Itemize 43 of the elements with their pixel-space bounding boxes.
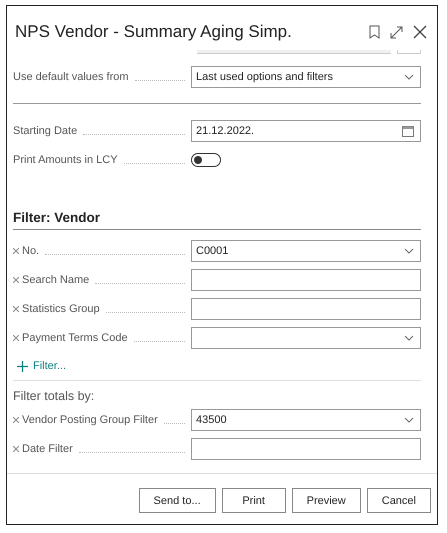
input-field[interactable] bbox=[191, 438, 421, 460]
expand-icon[interactable] bbox=[390, 26, 403, 38]
field-button[interactable] bbox=[397, 50, 421, 54]
field-label: Search Name bbox=[22, 274, 90, 286]
remove-filter-icon[interactable] bbox=[13, 446, 19, 452]
dialog-button[interactable]: Cancel bbox=[366, 488, 431, 513]
toggle-switch[interactable] bbox=[191, 152, 221, 166]
field-label: Print Amounts in LCY bbox=[13, 154, 118, 166]
input-field[interactable] bbox=[197, 50, 391, 54]
chevron-down-icon bbox=[404, 334, 414, 340]
add-filter-link[interactable]: Filter... bbox=[17, 360, 421, 372]
field-label: Date Filter bbox=[22, 442, 73, 454]
dropdown-field[interactable]: C0001 bbox=[191, 240, 421, 262]
date-field[interactable]: 21.12.2022. bbox=[191, 120, 421, 142]
field-label: Statistics Group bbox=[22, 302, 100, 314]
plus-icon bbox=[17, 360, 28, 372]
bookmark-icon[interactable] bbox=[369, 25, 380, 39]
field-label: Vendor Posting Group Filter bbox=[22, 414, 158, 426]
field-label: Payment Terms Code bbox=[22, 332, 128, 344]
chevron-down-icon bbox=[404, 74, 414, 80]
dialog-button[interactable]: Print bbox=[222, 488, 286, 513]
window-title: NPS Vendor - Summary Aging Simp. bbox=[15, 22, 293, 42]
field-label: Use default values from bbox=[13, 70, 129, 82]
section-title: Filter: Vendor bbox=[13, 210, 102, 225]
close-icon[interactable] bbox=[413, 25, 427, 39]
chevron-down-icon bbox=[404, 248, 414, 254]
field-label: Starting Date bbox=[13, 124, 78, 136]
dropdown-field[interactable]: Last used options and filters bbox=[191, 66, 421, 88]
section-title: Filter totals by: bbox=[13, 389, 96, 403]
remove-filter-icon[interactable] bbox=[13, 334, 19, 340]
chevron-down-icon bbox=[404, 416, 414, 422]
field-label: No. bbox=[22, 244, 40, 256]
dropdown-field[interactable]: 43500 bbox=[191, 408, 421, 430]
remove-filter-icon[interactable] bbox=[13, 248, 19, 254]
dropdown-field[interactable] bbox=[191, 326, 421, 348]
remove-filter-icon[interactable] bbox=[13, 306, 19, 312]
remove-filter-icon[interactable] bbox=[13, 416, 19, 422]
calendar-icon bbox=[402, 124, 414, 136]
input-field[interactable] bbox=[191, 268, 421, 290]
remove-filter-icon[interactable] bbox=[13, 276, 19, 282]
dialog-button[interactable]: Send to... bbox=[138, 488, 216, 513]
input-field[interactable] bbox=[191, 298, 421, 320]
dialog-button[interactable]: Preview bbox=[292, 488, 361, 513]
